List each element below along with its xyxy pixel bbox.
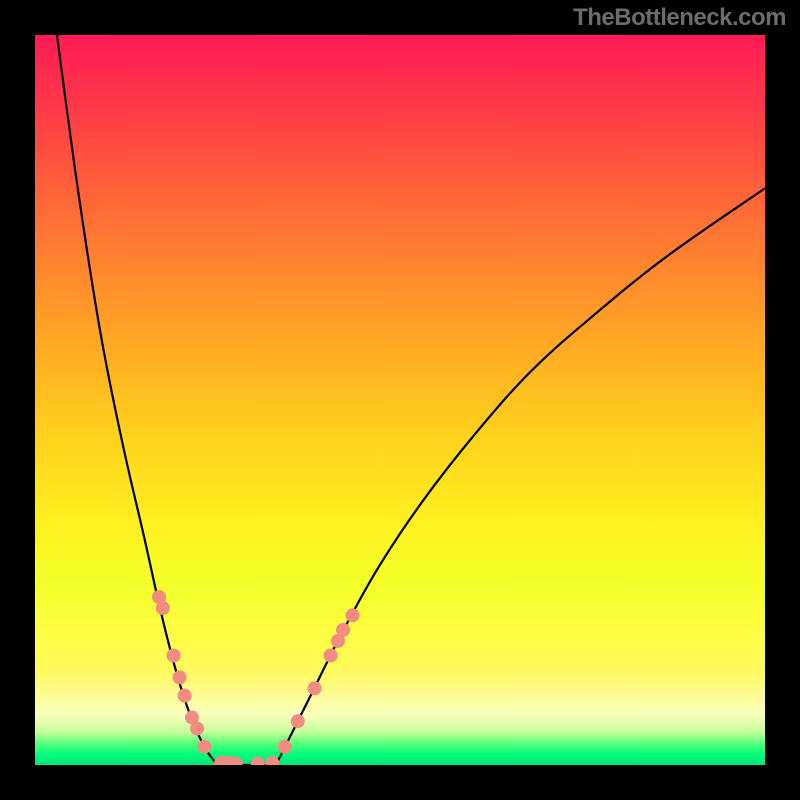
chart-svg [35, 35, 765, 765]
data-marker [324, 649, 338, 663]
data-marker [167, 649, 181, 663]
watermark-text: TheBottleneck.com [573, 4, 786, 32]
data-marker [190, 722, 204, 736]
data-marker [178, 689, 192, 703]
data-marker [346, 608, 360, 622]
marker-group [152, 590, 359, 765]
data-marker [173, 670, 187, 684]
plot-area [35, 35, 765, 765]
data-marker [251, 757, 265, 765]
data-marker [197, 740, 211, 754]
data-marker [336, 623, 350, 637]
data-marker [291, 714, 305, 728]
bottleneck-curve [57, 35, 765, 765]
data-marker [278, 740, 292, 754]
chart-frame: TheBottleneck.com [0, 0, 800, 800]
data-marker [265, 756, 279, 765]
data-marker [308, 681, 322, 695]
data-marker [156, 601, 170, 615]
